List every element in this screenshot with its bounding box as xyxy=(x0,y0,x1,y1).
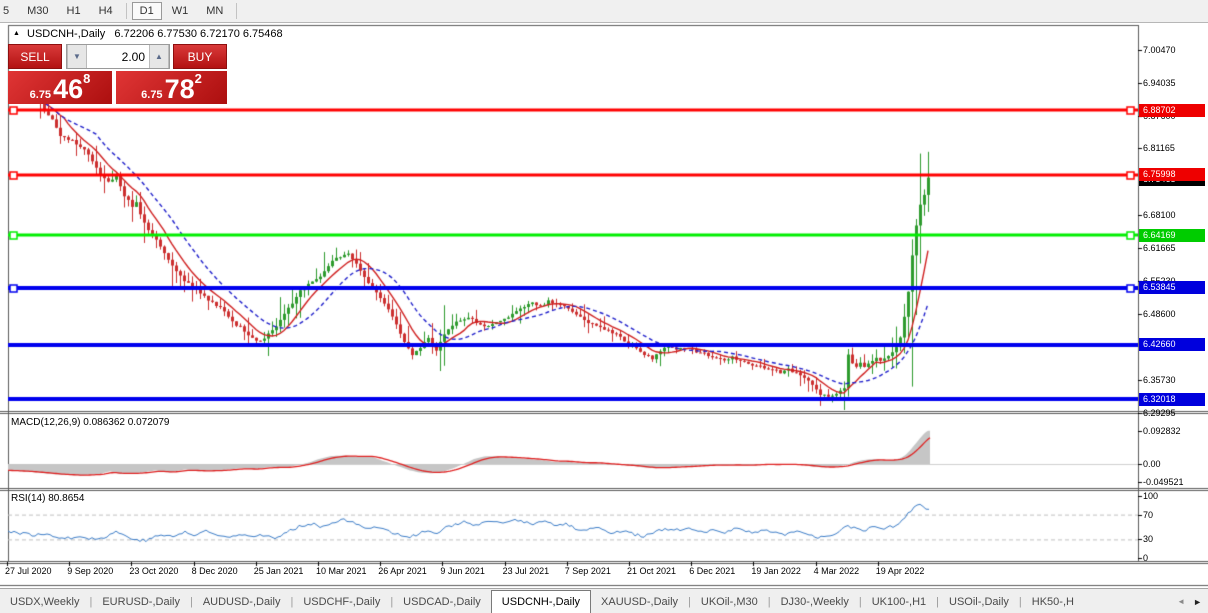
timeframe-toolbar: 5M30H1H4 D1W1MN xyxy=(0,0,1208,23)
macd-scale-label: 0.092832 xyxy=(1143,426,1181,436)
collapse-icon[interactable]: ▲ xyxy=(13,30,20,37)
symbol-tab-bar: USDX,Weekly|EURUSD-,Daily|AUDUSD-,Daily|… xyxy=(0,588,1208,613)
date-axis-label: 7 Sep 2021 xyxy=(565,566,611,576)
tab-usdchf-daily[interactable]: USDCHF-,Daily xyxy=(293,592,390,612)
tab-scroll-left-icon[interactable]: ◄ xyxy=(1177,597,1185,606)
chevron-down-icon: ▼ xyxy=(73,52,81,61)
level-price-label[interactable]: 6.88702 xyxy=(1139,104,1205,117)
date-axis-label: 21 Oct 2021 xyxy=(627,566,676,576)
chevron-up-icon: ▲ xyxy=(155,52,163,61)
volume-input[interactable]: 2.00 xyxy=(87,45,149,68)
price-axis-label: 6.68100 xyxy=(1143,210,1176,220)
tab-uk100-h1[interactable]: UK100-,H1 xyxy=(862,592,936,612)
rsi-scale-label: 0 xyxy=(1143,553,1148,563)
volume-decrease-button[interactable]: ▼ xyxy=(67,45,87,68)
sell-price-box[interactable]: 6.75 46 8 xyxy=(8,71,112,104)
date-axis-label: 6 Dec 2021 xyxy=(689,566,735,576)
level-price-label[interactable]: 6.32018 xyxy=(1139,393,1205,406)
tab-usdcnh-daily[interactable]: USDCNH-,Daily xyxy=(491,590,591,613)
date-axis-label: 19 Jan 2022 xyxy=(751,566,801,576)
date-axis-label: 27 Jul 2020 xyxy=(5,566,52,576)
tab-usdx-weekly[interactable]: USDX,Weekly xyxy=(0,592,89,612)
timeframe-button-w1[interactable]: W1 xyxy=(164,2,197,20)
date-axis-label: 23 Jul 2021 xyxy=(503,566,550,576)
level-price-label[interactable]: 6.42660 xyxy=(1139,338,1205,351)
level-price-label[interactable]: 6.64169 xyxy=(1139,229,1205,242)
date-axis-label: 9 Sep 2020 xyxy=(67,566,113,576)
timeframe-button-mn[interactable]: MN xyxy=(198,2,231,20)
macd-scale-label: -0.049521 xyxy=(1143,477,1184,487)
timeframe-button-d1[interactable]: D1 xyxy=(132,2,162,20)
trading-terminal-window: 5M30H1H4 D1W1MN ▲ USDCNH-,Daily 6.72206 6… xyxy=(0,0,1208,613)
date-axis-label: 25 Jan 2021 xyxy=(254,566,304,576)
sell-price-pips: 46 xyxy=(53,77,83,102)
date-axis-label: 19 Apr 2022 xyxy=(876,566,925,576)
macd-label: MACD(12,26,9) 0.086362 0.072079 xyxy=(11,417,169,428)
timeframe-button-h1[interactable]: H1 xyxy=(59,2,89,20)
price-axis-label: 6.61665 xyxy=(1143,243,1176,253)
sell-button[interactable]: SELL xyxy=(8,44,62,69)
tab-scroll-controls: ◄► xyxy=(1177,597,1208,607)
sell-price-point: 8 xyxy=(83,72,90,85)
ohlc-values: 6.72206 6.77530 6.72170 6.75468 xyxy=(114,28,282,40)
tab-usoil-daily[interactable]: USOil-,Daily xyxy=(939,592,1019,612)
level-price-label[interactable]: 6.75998 xyxy=(1139,168,1205,181)
buy-price-pips: 78 xyxy=(165,77,195,102)
price-axis-label: 6.81165 xyxy=(1143,143,1175,153)
tab-xauusd-daily[interactable]: XAUUSD-,Daily xyxy=(591,592,688,612)
date-axis-label: 9 Jun 2021 xyxy=(440,566,485,576)
chart-header: ▲ USDCNH-,Daily 6.72206 6.77530 6.72170 … xyxy=(13,28,283,40)
timeframe-button-h4[interactable]: H4 xyxy=(91,2,121,20)
tab-scroll-right-icon[interactable]: ► xyxy=(1193,597,1202,607)
price-axis-label: 7.00470 xyxy=(1143,45,1176,55)
volume-stepper: ▼ 2.00 ▲ xyxy=(66,44,170,69)
date-axis-label: 26 Apr 2021 xyxy=(378,566,427,576)
buy-price-point: 2 xyxy=(195,72,202,85)
timeframe-button-m30[interactable]: M30 xyxy=(19,2,56,20)
toolbar-separator xyxy=(126,3,127,19)
tab-dj30-weekly[interactable]: DJ30-,Weekly xyxy=(771,592,859,612)
rsi-scale-label: 30 xyxy=(1143,534,1153,544)
tab-usdcad-daily[interactable]: USDCAD-,Daily xyxy=(393,592,491,612)
sell-price-prefix: 6.75 xyxy=(30,88,51,102)
rsi-scale-label: 70 xyxy=(1143,510,1153,520)
price-axis-label: 6.35730 xyxy=(1143,375,1176,385)
tab-audusd-daily[interactable]: AUDUSD-,Daily xyxy=(193,592,291,612)
symbol-title: USDCNH-,Daily xyxy=(27,28,105,40)
one-click-trading-panel: SELL ▼ 2.00 ▲ BUY 6.75 46 8 6.75 78 2 xyxy=(8,44,227,102)
volume-increase-button[interactable]: ▲ xyxy=(149,45,169,68)
timeframe-button-5[interactable]: 5 xyxy=(0,2,17,20)
tab-hk50-h[interactable]: HK50-,H xyxy=(1022,592,1084,612)
date-axis-label: 8 Dec 2020 xyxy=(192,566,238,576)
date-axis-label: 23 Oct 2020 xyxy=(129,566,178,576)
buy-price-box[interactable]: 6.75 78 2 xyxy=(116,71,227,104)
toolbar-separator xyxy=(236,3,237,19)
buy-price-prefix: 6.75 xyxy=(141,88,162,102)
date-axis-label: 10 Mar 2021 xyxy=(316,566,367,576)
date-axis-label: 4 Mar 2022 xyxy=(814,566,860,576)
rsi-scale-label: 100 xyxy=(1143,491,1158,501)
level-price-label[interactable]: 6.53845 xyxy=(1139,281,1205,294)
price-axis-label: 6.48600 xyxy=(1143,309,1176,319)
price-axis-label: 6.94035 xyxy=(1143,78,1176,88)
tab-eurusd-daily[interactable]: EURUSD-,Daily xyxy=(92,592,190,612)
macd-scale-label: 0.00 xyxy=(1143,459,1161,469)
tab-ukoil-m30[interactable]: UKOil-,M30 xyxy=(691,592,768,612)
buy-button[interactable]: BUY xyxy=(173,44,227,69)
price-axis-label: 6.29295 xyxy=(1143,408,1176,418)
rsi-label: RSI(14) 80.8654 xyxy=(11,493,84,504)
